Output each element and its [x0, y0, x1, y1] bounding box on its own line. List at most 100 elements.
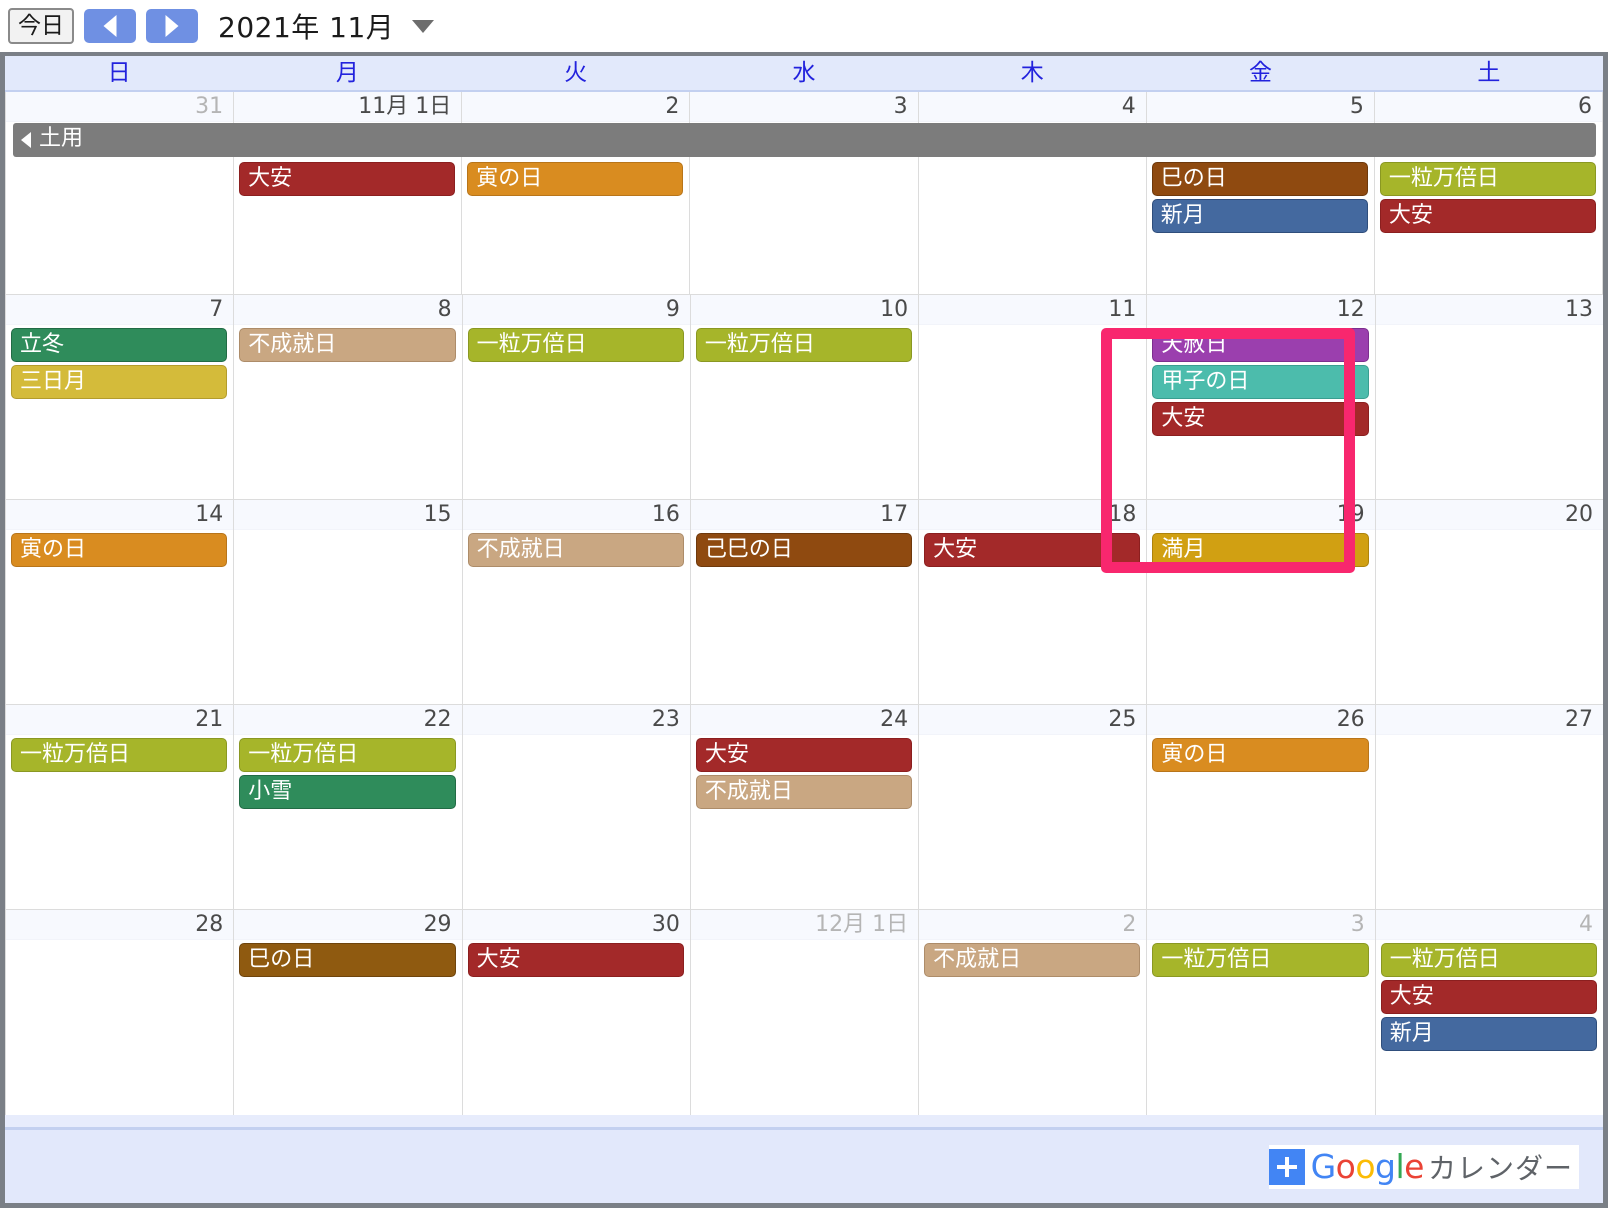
weekday-header-tue: 火	[564, 60, 588, 86]
day-events	[1376, 735, 1603, 738]
calendar-event[interactable]: 不成就日	[695, 775, 913, 809]
day-cell[interactable]: 22 一粒万倍日 小雪	[234, 705, 463, 909]
day-cell[interactable]: 25	[919, 705, 1148, 909]
day-events: 寅の日	[1147, 735, 1374, 772]
calendar-event[interactable]: 不成就日	[924, 943, 1141, 977]
calendar-event[interactable]: 大安	[1152, 402, 1369, 436]
calendar-event[interactable]: 新月	[1380, 1017, 1597, 1051]
calendar-event[interactable]: 大安	[1380, 980, 1597, 1014]
day-number: 7	[6, 295, 234, 325]
day-number: 23	[462, 705, 690, 735]
day-cell[interactable]: 14 寅の日	[6, 500, 235, 704]
calendar-event[interactable]: 一粒万倍日	[1379, 162, 1596, 196]
calendar-event[interactable]: 三日月	[11, 365, 228, 399]
day-cell[interactable]: 24 大安 不成就日	[690, 705, 920, 909]
calendar-event[interactable]: 一粒万倍日	[1380, 943, 1597, 977]
google-letter: o	[1335, 1146, 1356, 1186]
previous-month-button[interactable]	[84, 9, 136, 43]
calendar-event[interactable]: 不成就日	[467, 533, 684, 567]
day-cell[interactable]: 9 一粒万倍日	[462, 295, 691, 499]
day-number: 26	[1147, 705, 1375, 735]
day-cell[interactable]: 3 一粒万倍日	[1147, 910, 1376, 1115]
calendar-event[interactable]: 寅の日	[1152, 738, 1369, 772]
day-cell[interactable]: 16 不成就日	[462, 500, 691, 704]
day-events: 一粒万倍日	[1147, 940, 1374, 977]
weekday-header-thu: 木	[1020, 60, 1044, 86]
calendar-event[interactable]: 大安	[1379, 199, 1596, 233]
calendar-event[interactable]: 小雪	[239, 775, 456, 809]
day-cell[interactable]: 30 大安	[462, 910, 691, 1115]
day-cell[interactable]: 11	[919, 295, 1148, 499]
day-number: 10	[690, 295, 919, 325]
add-to-google-calendar-button[interactable]: Google カレンダー	[1268, 1144, 1579, 1189]
today-button[interactable]: 今日	[8, 8, 74, 44]
day-events: 満月	[1147, 530, 1374, 567]
day-cell[interactable]: 12 天赦日 甲子の日 大安	[1147, 295, 1376, 499]
day-number: 2	[919, 910, 1147, 940]
day-number: 17	[690, 500, 919, 530]
day-number: 22	[234, 705, 462, 735]
day-number: 20	[1375, 500, 1603, 530]
day-number: 31	[6, 92, 234, 122]
day-events	[1376, 530, 1603, 533]
day-number: 11月 1日	[234, 92, 462, 122]
calendar-event[interactable]: 大安	[924, 533, 1141, 567]
day-number: 15	[234, 500, 462, 530]
calendar-event[interactable]: 不成就日	[239, 328, 456, 362]
calendar-event[interactable]: 一粒万倍日	[695, 328, 913, 362]
day-number: 4	[1375, 910, 1603, 940]
calendar-event[interactable]: 新月	[1151, 199, 1368, 233]
calendar-event[interactable]: 大安	[467, 943, 684, 977]
calendar-event[interactable]: 巳の日	[239, 943, 456, 977]
day-cell[interactable]: 19 満月	[1147, 500, 1376, 704]
calendar-event[interactable]: 大安	[239, 162, 456, 196]
day-cell[interactable]: 12月 1日	[690, 910, 920, 1115]
calendar-event[interactable]: 大安	[695, 738, 913, 772]
day-cell[interactable]: 18 大安	[919, 500, 1148, 704]
day-cell[interactable]: 29 巳の日	[234, 910, 463, 1115]
banner-event-wrapper: 土用	[7, 123, 1602, 157]
day-cell[interactable]: 27	[1375, 705, 1603, 909]
day-cell[interactable]: 21 一粒万倍日	[6, 705, 235, 909]
day-events: 不成就日	[463, 530, 690, 567]
banner-event[interactable]: 土用	[13, 123, 1596, 157]
day-cell[interactable]: 10 一粒万倍日	[690, 295, 920, 499]
day-number: 16	[462, 500, 690, 530]
day-number: 3	[690, 92, 918, 122]
calendar-event[interactable]: 巳の日	[1151, 162, 1368, 196]
calendar-event[interactable]: 寅の日	[11, 533, 228, 567]
calendar-event[interactable]: 一粒万倍日	[1152, 943, 1369, 977]
day-events: 立冬 三日月	[6, 325, 233, 399]
calendar-event[interactable]: 一粒万倍日	[467, 328, 684, 362]
day-number: 2	[462, 92, 690, 122]
weekday-header-sat: 土	[1477, 60, 1501, 86]
calendar-event[interactable]: 立冬	[11, 328, 228, 362]
calendar-event[interactable]: 寅の日	[467, 162, 684, 196]
day-cell[interactable]: 26 寅の日	[1147, 705, 1376, 909]
calendar-footer: Google カレンダー	[5, 1127, 1603, 1203]
day-number: 4	[918, 92, 1146, 122]
day-cell[interactable]: 23	[462, 705, 691, 909]
day-cell[interactable]: 2 不成就日	[919, 910, 1148, 1115]
chevron-down-icon[interactable]	[412, 19, 435, 33]
calendar-event[interactable]: 満月	[1152, 533, 1369, 567]
calendar-suffix-label: カレンダー	[1427, 1151, 1573, 1185]
google-calendar-embed: 今日 2021年 11月 日 月 火 水 木 金 土 31 11月 1日 大安 2 寅の…	[0, 0, 1608, 1208]
calendar-event[interactable]: 一粒万倍日	[239, 738, 456, 772]
weekday-header-mon: 月	[335, 60, 359, 86]
day-cell[interactable]: 4 一粒万倍日 大安 新月	[1375, 910, 1603, 1115]
calendar-event[interactable]: 一粒万倍日	[11, 738, 228, 772]
day-cell[interactable]: 15	[234, 500, 463, 704]
next-month-button[interactable]	[146, 9, 198, 43]
calendar-event[interactable]: 天赦日	[1152, 328, 1369, 362]
day-cell[interactable]: 17 己巳の日	[690, 500, 920, 704]
day-cell[interactable]: 8 不成就日	[234, 295, 463, 499]
day-cell[interactable]: 7 立冬 三日月	[6, 295, 235, 499]
day-events	[234, 530, 461, 533]
day-cell[interactable]: 13	[1375, 295, 1603, 499]
day-events: 寅の日	[6, 530, 233, 567]
day-cell[interactable]: 20	[1375, 500, 1603, 704]
calendar-event[interactable]: 己巳の日	[695, 533, 913, 567]
day-cell[interactable]: 28	[6, 910, 235, 1115]
calendar-event[interactable]: 甲子の日	[1152, 365, 1369, 399]
